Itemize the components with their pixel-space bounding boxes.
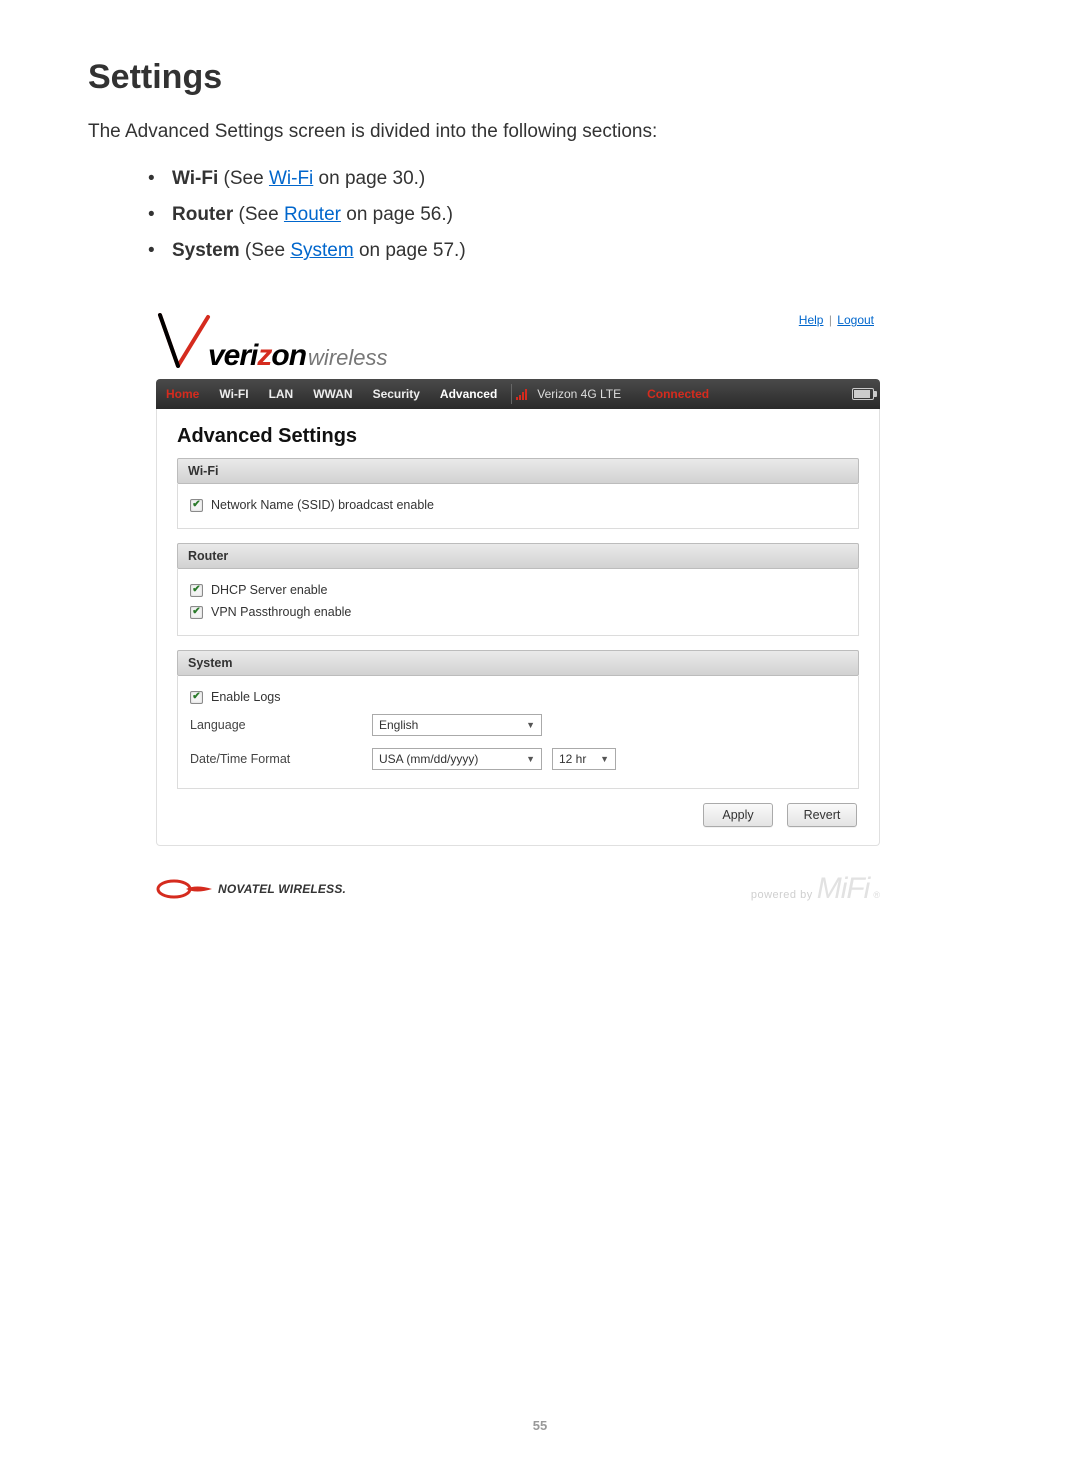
chevron-down-icon: ▼ (526, 754, 535, 764)
bullet-link-wifi[interactable]: Wi-Fi (269, 168, 313, 189)
label-dhcp: DHCP Server enable (211, 583, 328, 597)
signal-icon (516, 388, 527, 400)
tab-wifi[interactable]: Wi-FI (209, 379, 258, 409)
select-datefmt-value: USA (mm/dd/yyyy) (379, 752, 478, 766)
bullet-post: on page 57.) (354, 240, 466, 261)
checkbox-dhcp[interactable] (190, 584, 203, 597)
bullet-bold: System (172, 240, 240, 261)
tab-advanced[interactable]: Advanced (430, 379, 507, 409)
chevron-down-icon: ▼ (600, 754, 609, 764)
link-separator: | (829, 313, 832, 327)
intro-text: The Advanced Settings screen is divided … (88, 121, 992, 143)
bullet-system: System (See System on page 57.) (148, 233, 992, 269)
novatel-swoosh-icon (156, 878, 214, 900)
bullet-link-router[interactable]: Router (284, 204, 341, 225)
bullet-pre: (See (240, 240, 291, 261)
bullet-post: on page 56.) (341, 204, 453, 225)
screenshot-panel: Help | Logout verizonwireless Home Wi-FI… (128, 291, 908, 918)
row-language: Language English ▼ (190, 708, 846, 742)
footer-left: NOVATEL WIRELESS. (156, 878, 346, 900)
registered-mark: ® (873, 890, 880, 900)
footer-right: powered by MiFi ® (751, 872, 880, 906)
row-enable-logs: Enable Logs (190, 686, 846, 708)
bullet-wifi: Wi-Fi (See Wi-Fi on page 30.) (148, 161, 992, 197)
chevron-down-icon: ▼ (526, 720, 535, 730)
section-router: Router DHCP Server enable VPN Passthroug… (177, 543, 859, 636)
row-datefmt: Date/Time Format USA (mm/dd/yyyy) ▼ 12 h… (190, 742, 846, 776)
label-vpn: VPN Passthrough enable (211, 605, 351, 619)
verizon-logo: verizonwireless (156, 305, 880, 373)
help-link[interactable]: Help (799, 313, 824, 327)
revert-button[interactable]: Revert (787, 803, 857, 827)
row-vpn: VPN Passthrough enable (190, 601, 846, 623)
bullet-router: Router (See Router on page 56.) (148, 197, 992, 233)
button-row: Apply Revert (177, 803, 859, 827)
connected-label: Connected (647, 387, 709, 401)
brand-veri: veri (208, 339, 257, 373)
bullet-link-system[interactable]: System (290, 240, 353, 261)
top-links: Help | Logout (799, 313, 874, 327)
tab-wwan[interactable]: WWAN (303, 379, 362, 409)
page-heading: Settings (88, 58, 992, 97)
battery-icon (852, 388, 874, 400)
verizon-check-icon (156, 311, 212, 373)
bullet-bold: Wi-Fi (172, 168, 218, 189)
footer: NOVATEL WIRELESS. powered by MiFi ® (156, 872, 880, 906)
checkbox-vpn[interactable] (190, 606, 203, 619)
mifi-logo: MiFi (817, 872, 870, 906)
select-timefmt[interactable]: 12 hr ▼ (552, 748, 616, 770)
apply-button[interactable]: Apply (703, 803, 773, 827)
page-number: 55 (88, 1418, 992, 1433)
checkbox-ssid-broadcast[interactable] (190, 499, 203, 512)
bullet-bold: Router (172, 204, 233, 225)
bullet-list: Wi-Fi (See Wi-Fi on page 30.) Router (Se… (148, 161, 992, 269)
section-head-wifi: Wi-Fi (177, 458, 859, 484)
section-head-system: System (177, 650, 859, 676)
label-datefmt: Date/Time Format (190, 752, 372, 766)
brand-wireless: wireless (308, 345, 387, 371)
section-wifi: Wi-Fi Network Name (SSID) broadcast enab… (177, 458, 859, 529)
section-head-router: Router (177, 543, 859, 569)
carrier-label: Verizon 4G LTE (537, 387, 621, 401)
label-ssid-broadcast: Network Name (SSID) broadcast enable (211, 498, 434, 512)
select-language[interactable]: English ▼ (372, 714, 542, 736)
section-system: System Enable Logs Language English ▼ Da… (177, 650, 859, 789)
bullet-pre: (See (218, 168, 269, 189)
label-language: Language (190, 718, 372, 732)
bullet-post: on page 30.) (313, 168, 425, 189)
tab-lan[interactable]: LAN (259, 379, 304, 409)
nav-bar: Home Wi-FI LAN WWAN Security Advanced Ve… (156, 379, 880, 409)
logout-link[interactable]: Logout (837, 313, 874, 327)
label-enable-logs: Enable Logs (211, 690, 281, 704)
novatel-label: NOVATEL WIRELESS. (218, 882, 346, 896)
row-dhcp: DHCP Server enable (190, 579, 846, 601)
verizon-wordmark: verizonwireless (208, 339, 388, 373)
brand-z: z (257, 339, 271, 373)
brand-on: on (271, 339, 306, 373)
checkbox-enable-logs[interactable] (190, 691, 203, 704)
row-ssid-broadcast: Network Name (SSID) broadcast enable (190, 494, 846, 516)
advanced-settings-panel: Advanced Settings Wi-Fi Network Name (SS… (156, 409, 880, 846)
nav-status: Verizon 4G LTE Connected (516, 387, 709, 401)
select-timefmt-value: 12 hr (559, 752, 586, 766)
select-datefmt[interactable]: USA (mm/dd/yyyy) ▼ (372, 748, 542, 770)
nav-divider (511, 384, 512, 404)
powered-by-label: powered by (751, 889, 813, 901)
tab-home[interactable]: Home (156, 379, 209, 409)
tab-security[interactable]: Security (363, 379, 430, 409)
select-language-value: English (379, 718, 418, 732)
bullet-pre: (See (233, 204, 284, 225)
panel-title: Advanced Settings (177, 425, 859, 448)
